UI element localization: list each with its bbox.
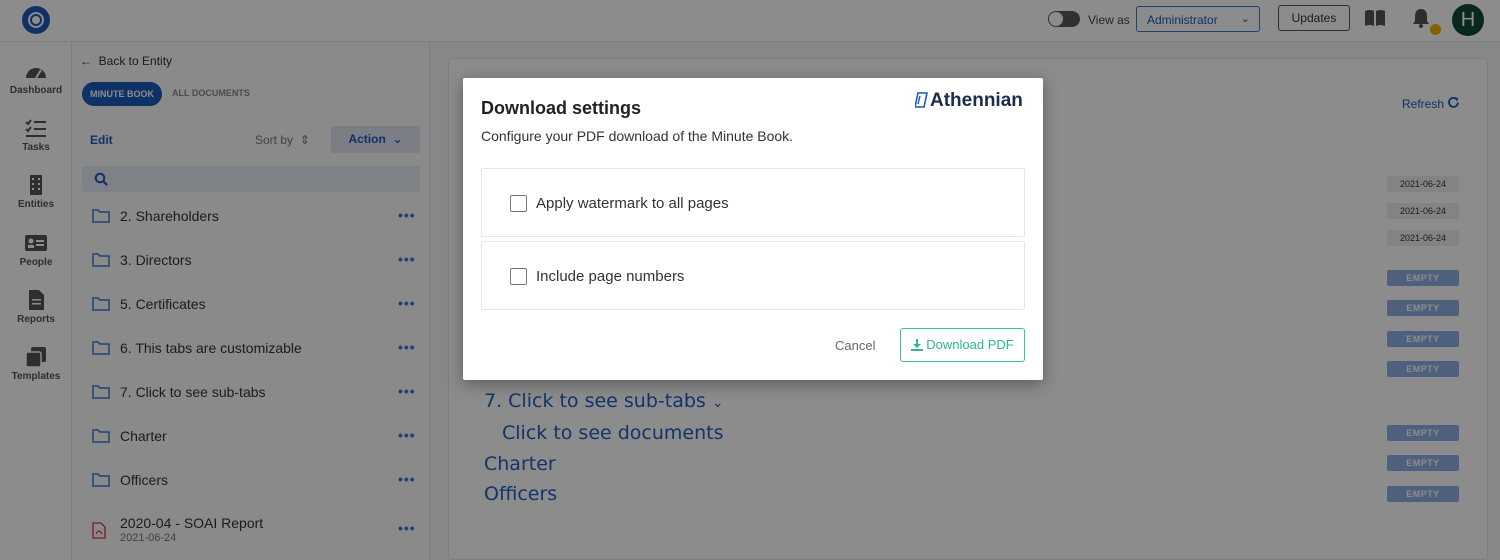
watermark-option[interactable]: Apply watermark to all pages: [481, 168, 1025, 237]
download-pdf-button[interactable]: Download PDF: [900, 328, 1025, 362]
athennian-logo-icon: [915, 92, 928, 108]
cancel-button[interactable]: Cancel: [835, 338, 875, 353]
dialog-subtitle: Configure your PDF download of the Minut…: [481, 128, 794, 144]
dialog-title: Download settings: [481, 98, 642, 118]
download-icon: [911, 339, 924, 351]
download-pdf-label: Download PDF: [926, 337, 1014, 352]
page-numbers-option-label: Include page numbers: [536, 268, 685, 285]
page-numbers-option[interactable]: Include page numbers: [481, 241, 1025, 310]
page-numbers-checkbox[interactable]: [510, 268, 527, 285]
brand-logo: Athennian: [915, 90, 1023, 112]
brand-name: Athennian: [930, 90, 1023, 111]
watermark-checkbox[interactable]: [510, 195, 527, 212]
watermark-option-label: Apply watermark to all pages: [536, 195, 729, 212]
download-settings-dialog: Download settings Configure your PDF dow…: [463, 78, 1043, 380]
